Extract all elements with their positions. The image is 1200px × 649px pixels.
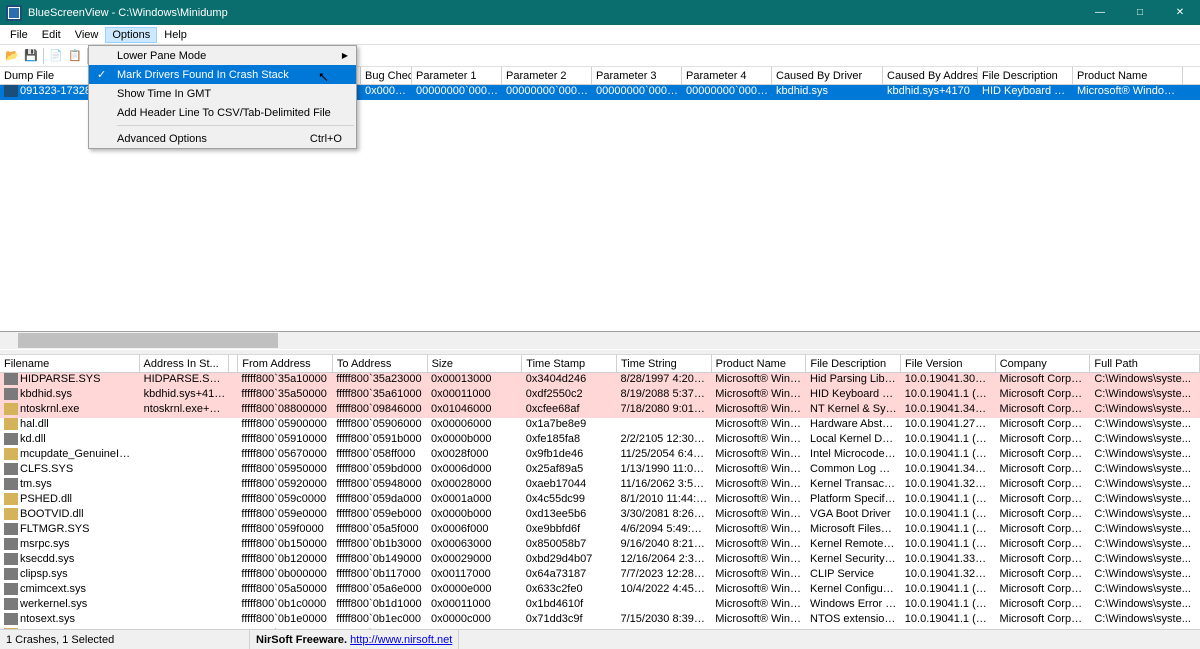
menu-options[interactable]: Options <box>105 27 157 43</box>
menu-lower-pane-mode[interactable]: Lower Pane Mode▶ <box>89 46 356 65</box>
driver-row[interactable]: kd.dllfffff800`05910000fffff800`0591b000… <box>0 433 1200 448</box>
submenu-arrow-icon: ▶ <box>342 51 348 60</box>
check-icon: ✓ <box>97 68 106 81</box>
lower-col[interactable]: Filename <box>0 355 140 372</box>
menu-mark-drivers[interactable]: ✓ Mark Drivers Found In Crash Stack <box>89 65 356 84</box>
lower-col[interactable]: To Address <box>333 355 428 372</box>
upper-col[interactable]: File Description <box>978 67 1073 84</box>
driver-row[interactable]: HIDPARSE.SYSHIDPARSE.SYS+4cadfffff800`35… <box>0 373 1200 388</box>
upper-col[interactable]: Parameter 3 <box>592 67 682 84</box>
menu-separator <box>117 125 354 126</box>
menu-show-time-gmt[interactable]: Show Time In GMT <box>89 84 356 103</box>
driver-row[interactable]: ntoskrnl.exentoskrnl.exe+218b...fffff800… <box>0 403 1200 418</box>
driver-row[interactable]: werkernel.sysfffff800`0b1c0000fffff800`0… <box>0 598 1200 613</box>
driver-row[interactable]: BOOTVID.dllfffff800`059e0000fffff800`059… <box>0 508 1200 523</box>
lower-col[interactable]: Time String <box>617 355 712 372</box>
options-dropdown: Lower Pane Mode▶ ✓ Mark Drivers Found In… <box>88 45 357 149</box>
upper-col[interactable]: Product Name <box>1073 67 1183 84</box>
driver-row[interactable]: cmimcext.sysfffff800`05a50000fffff800`05… <box>0 583 1200 598</box>
lower-col[interactable] <box>229 355 238 372</box>
toolbar-refresh-icon[interactable]: 📄 <box>47 47 65 65</box>
upper-col[interactable]: Parameter 4 <box>682 67 772 84</box>
driver-row[interactable]: kbdhid.syskbdhid.sys+4170fffff800`35a500… <box>0 388 1200 403</box>
window-title: BlueScreenView - C:\Windows\Minidump <box>28 7 1080 19</box>
titlebar: BlueScreenView - C:\Windows\Minidump — □… <box>0 0 1200 25</box>
driver-row[interactable]: tm.sysfffff800`05920000fffff800`05948000… <box>0 478 1200 493</box>
menu-help[interactable]: Help <box>157 27 194 43</box>
status-left: 1 Crashes, 1 Selected <box>0 630 250 649</box>
status-link[interactable]: NirSoft Freeware. http://www.nirsoft.net <box>250 630 459 649</box>
lower-col[interactable]: File Description <box>806 355 901 372</box>
menu-file[interactable]: File <box>3 27 35 43</box>
close-button[interactable]: ✕ <box>1160 0 1200 25</box>
upper-col[interactable]: Caused By Driver <box>772 67 883 84</box>
menubar: File Edit View Options Help <box>0 25 1200 45</box>
upper-col[interactable]: Caused By Address <box>883 67 978 84</box>
upper-hscroll[interactable] <box>0 332 1200 349</box>
driver-row[interactable]: clipsp.sysfffff800`0b000000fffff800`0b11… <box>0 568 1200 583</box>
driver-row[interactable]: ksecdd.sysfffff800`0b120000fffff800`0b14… <box>0 553 1200 568</box>
menu-view[interactable]: View <box>68 27 106 43</box>
toolbar-save-icon[interactable]: 💾 <box>22 47 40 65</box>
lower-col[interactable]: Full Path <box>1090 355 1200 372</box>
lower-grid-header[interactable]: FilenameAddress In St... From AddressTo A… <box>0 355 1200 373</box>
lower-col[interactable]: File Version <box>901 355 996 372</box>
driver-row[interactable]: ntosext.sysfffff800`0b1e0000fffff800`0b1… <box>0 613 1200 628</box>
lower-col[interactable]: Size <box>428 355 523 372</box>
driver-row[interactable]: msrpc.sysfffff800`0b150000fffff800`0b1b3… <box>0 538 1200 553</box>
upper-col[interactable]: Parameter 1 <box>412 67 502 84</box>
driver-row[interactable]: CLFS.SYSfffff800`05950000fffff800`059bd0… <box>0 463 1200 478</box>
menu-edit[interactable]: Edit <box>35 27 68 43</box>
maximize-button[interactable]: □ <box>1120 0 1160 25</box>
upper-col[interactable]: Parameter 2 <box>502 67 592 84</box>
driver-row[interactable]: PSHED.dllfffff800`059c0000fffff800`059da… <box>0 493 1200 508</box>
driver-row[interactable]: FLTMGR.SYSfffff800`059f0000fffff800`05a5… <box>0 523 1200 538</box>
toolbar-copy-icon[interactable]: 📋 <box>66 47 84 65</box>
app-icon <box>6 5 22 21</box>
minimize-button[interactable]: — <box>1080 0 1120 25</box>
upper-col[interactable]: Bug Chec... <box>361 67 412 84</box>
statusbar: 1 Crashes, 1 Selected NirSoft Freeware. … <box>0 629 1200 649</box>
lower-pane: FilenameAddress In St... From AddressTo A… <box>0 355 1200 638</box>
driver-row[interactable]: hal.dllfffff800`05900000fffff800`0590600… <box>0 418 1200 433</box>
toolbar-open-icon[interactable]: 📂 <box>3 47 21 65</box>
driver-row[interactable]: mcupdate_GenuineIntel.dllfffff800`056700… <box>0 448 1200 463</box>
lower-col[interactable]: Company <box>996 355 1091 372</box>
lower-col[interactable]: Product Name <box>712 355 807 372</box>
menu-add-header-line[interactable]: Add Header Line To CSV/Tab-Delimited Fil… <box>89 103 356 122</box>
lower-col[interactable]: Address In St... <box>140 355 230 372</box>
menu-advanced-options[interactable]: Advanced OptionsCtrl+O <box>89 129 356 148</box>
lower-col[interactable]: Time Stamp <box>522 355 617 372</box>
lower-col[interactable]: From Address <box>238 355 333 372</box>
